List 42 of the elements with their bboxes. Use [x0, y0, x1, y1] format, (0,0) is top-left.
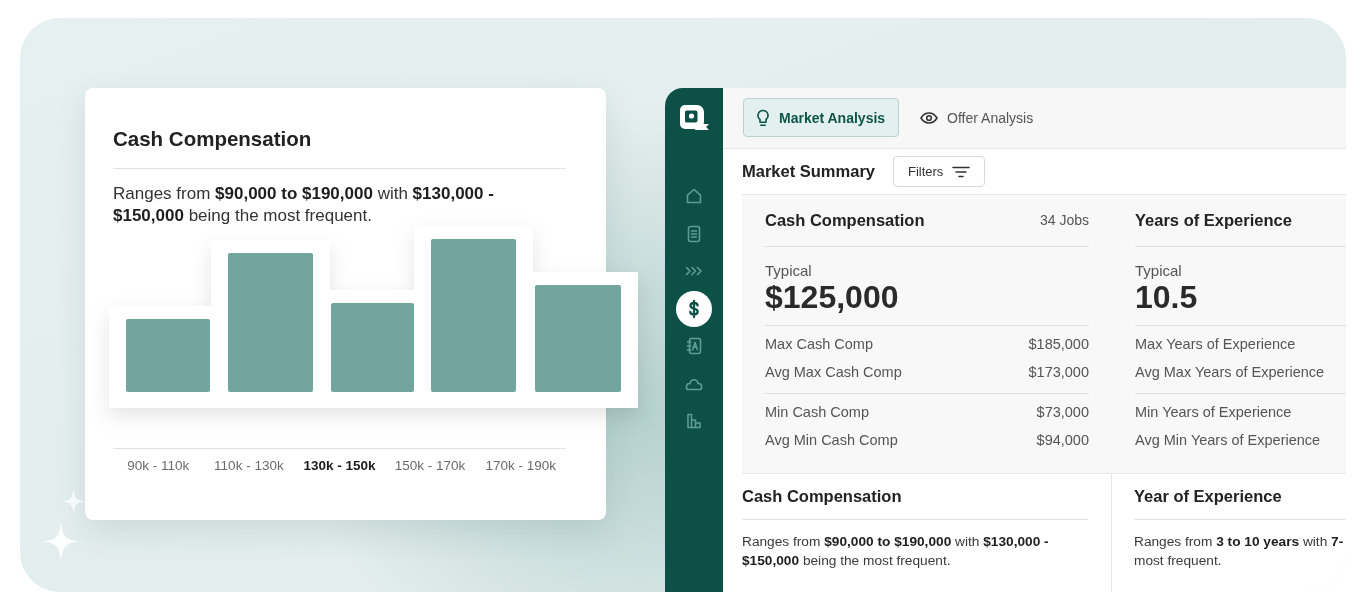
stat-value: $173,000: [1028, 363, 1089, 383]
typical-value: 10.5: [1135, 280, 1198, 314]
distribution-description: Ranges from 3 to 10 years with 7- most frequent.: [1134, 533, 1345, 570]
lightbulb-icon: [756, 108, 770, 127]
eye-icon: [920, 111, 939, 124]
sidebar-nav-button[interactable]: [676, 290, 712, 327]
section-title: Cash Compensation: [742, 486, 902, 508]
stat-label: Avg Min Years of Experience: [1135, 431, 1321, 451]
axis-label: 130k - 150k: [303, 457, 376, 474]
filters-button[interactable]: Filters: [893, 156, 986, 187]
job-count: 34 Jobs: [1039, 211, 1089, 230]
section-title: Market Summary: [742, 161, 875, 183]
axis-label: 170k - 190k: [485, 457, 556, 474]
section-title: Year of Experience: [1134, 486, 1282, 508]
tab[interactable]: Offer Analysis: [907, 98, 1048, 137]
axis-label: 90k - 110k: [127, 457, 190, 474]
stat-label: Min Years of Experience: [1135, 403, 1292, 423]
stat-label: Min Cash Comp: [765, 403, 869, 423]
logo-icon: [678, 103, 710, 133]
stat-value: $73,000: [1036, 403, 1089, 423]
typical-label: Typical: [765, 262, 812, 280]
bar-chart-icon: [684, 411, 704, 431]
stat-label: Max Years of Experience: [1135, 335, 1296, 355]
filter-icon: [952, 165, 971, 178]
column-title: Cash Compensation: [765, 210, 925, 232]
axis-label: 150k - 170k: [394, 457, 466, 474]
column-title: Years of Experience: [1135, 210, 1292, 232]
tab[interactable]: Market Analysis: [743, 98, 900, 137]
typical-value: $125,000: [765, 280, 899, 314]
stat-label: Avg Max Cash Comp: [765, 363, 902, 383]
card-description: Ranges from $90,000 to $190,000 with $130,000 - $150,000 being the most frequent.: [113, 183, 495, 226]
card-title: Cash Compensation: [113, 127, 312, 150]
home-icon: [684, 186, 704, 206]
axis-label: 110k - 130k: [214, 457, 284, 474]
stat-value: $94,000: [1036, 431, 1089, 451]
stat-value: $185,000: [1028, 335, 1089, 355]
address-book-icon: [684, 336, 704, 356]
stat-label: Avg Min Cash Comp: [765, 431, 898, 451]
stat-label: Avg Max Years of Experience: [1135, 363, 1325, 383]
distribution-description: Ranges from $90,000 to $190,000 with $130,000 - $150,000 being the most frequent.: [742, 533, 1050, 570]
stat-label: Max Cash Comp: [765, 335, 873, 355]
typical-label: Typical: [1135, 262, 1182, 280]
